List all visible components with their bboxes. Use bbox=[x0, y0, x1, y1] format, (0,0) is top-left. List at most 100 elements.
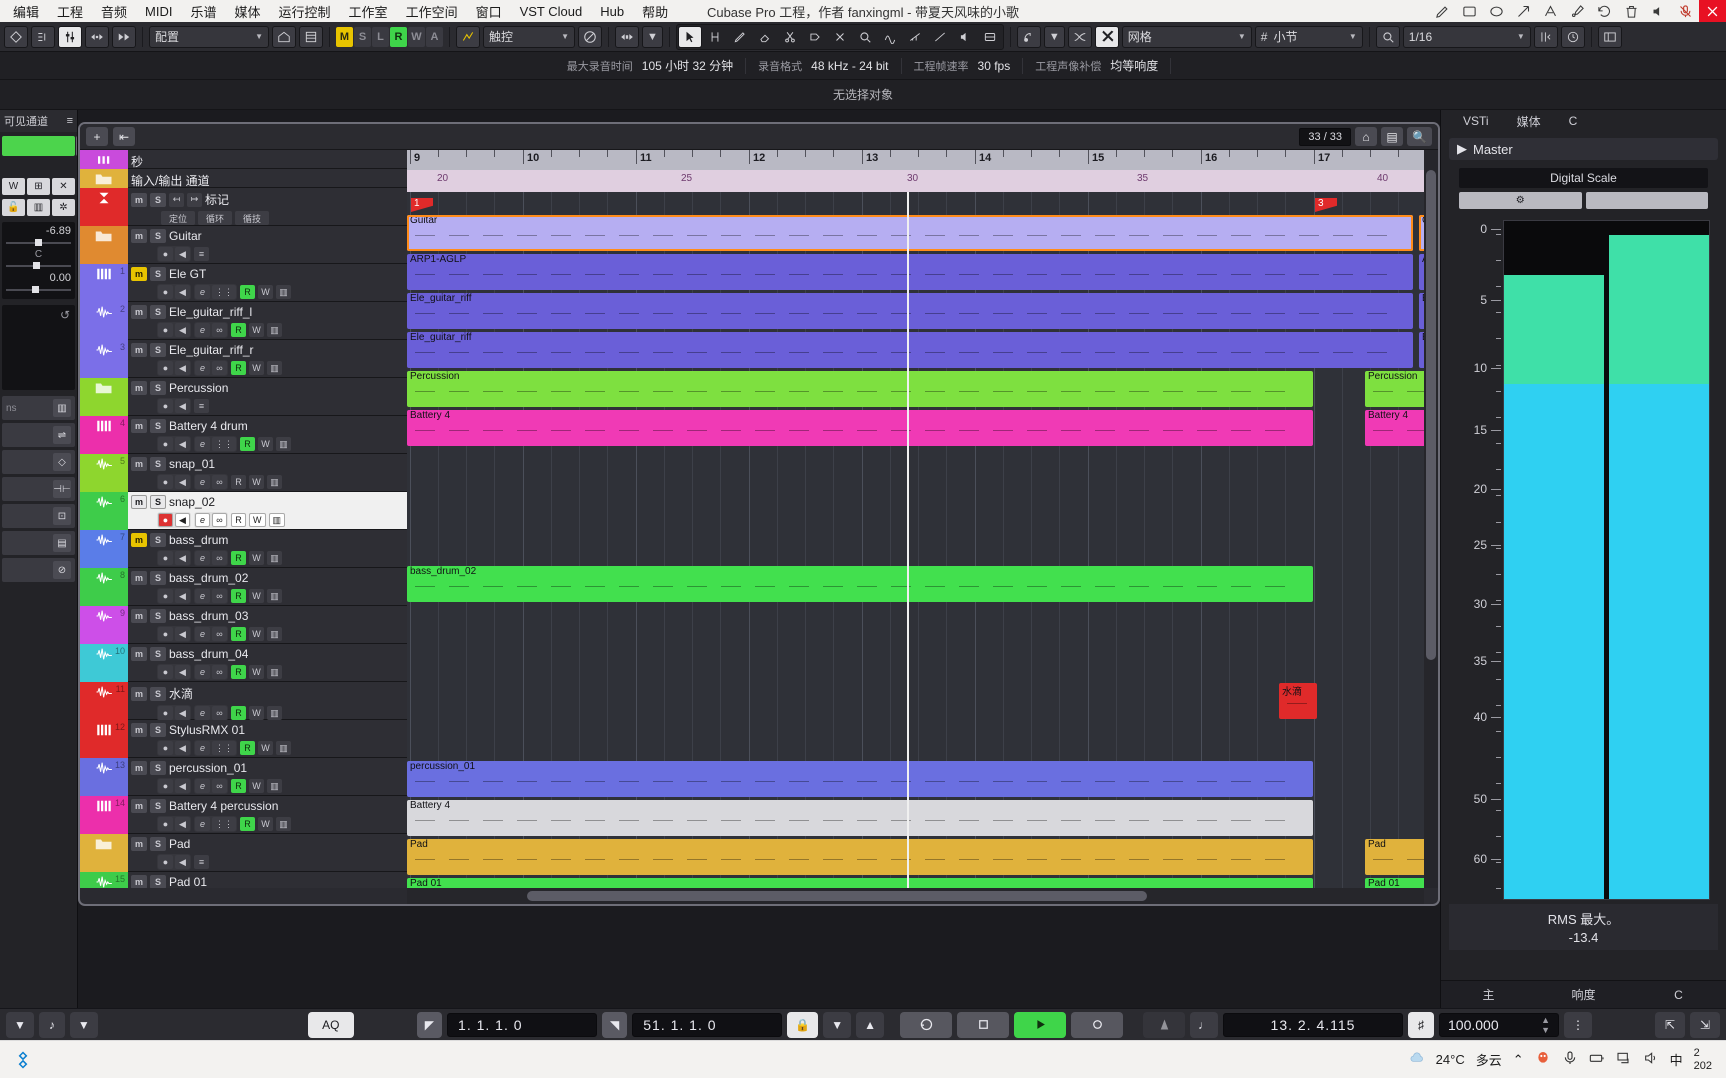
lock-button[interactable]: ∞ bbox=[212, 323, 227, 337]
window-layout-icon[interactable] bbox=[1597, 25, 1622, 48]
menu-item-0[interactable]: 编辑 bbox=[4, 0, 48, 23]
battery-icon[interactable] bbox=[1589, 1050, 1605, 1069]
lock-button[interactable]: ∞ bbox=[212, 589, 227, 603]
tempo-stepper-icon[interactable]: ▲ ▼ bbox=[1541, 1015, 1550, 1035]
line-tool[interactable] bbox=[928, 26, 952, 48]
ime-indicator[interactable]: 中 bbox=[1670, 1050, 1683, 1069]
write-automation-button[interactable]: W bbox=[258, 817, 273, 831]
punch-out-icon[interactable]: ▲ bbox=[856, 1011, 884, 1038]
clip-event-13[interactable]: 水滴 bbox=[1279, 683, 1317, 719]
instrument-button[interactable]: ⋮⋮ bbox=[212, 437, 236, 451]
marker-button-2[interactable]: 循技 bbox=[235, 211, 269, 225]
lock-button[interactable]: ∞ bbox=[212, 551, 227, 565]
menu-item-11[interactable]: Hub bbox=[591, 2, 633, 21]
edit-channel-button[interactable]: e bbox=[195, 323, 210, 337]
track-row-15[interactable]: 11 m S 水滴 ● ◀ e ∞ R W ▥ bbox=[80, 682, 407, 721]
comp-tool[interactable] bbox=[878, 26, 902, 48]
write-automation-button[interactable]: W bbox=[249, 513, 266, 527]
track-row-18[interactable]: 14 m S Battery 4 percussion ● ◀ e ⋮⋮ R W ▥ bbox=[80, 796, 407, 834]
lock-button[interactable]: ∞ bbox=[212, 706, 227, 720]
play-button[interactable] bbox=[1014, 1011, 1066, 1038]
insert-slot-5[interactable]: ⊡ bbox=[2, 504, 75, 528]
track-color-bar[interactable]: 7 bbox=[80, 530, 128, 568]
track-name[interactable]: bass_drum_02 bbox=[169, 571, 248, 585]
zoom-tool[interactable] bbox=[853, 26, 877, 48]
delete-icon[interactable] bbox=[1618, 0, 1645, 22]
clip-event-2[interactable]: ARP1-AGLP bbox=[407, 254, 1413, 290]
menu-icon[interactable]: ≡ bbox=[67, 115, 73, 127]
monitor-button[interactable]: ◀ bbox=[175, 247, 190, 261]
mute-button[interactable]: m bbox=[131, 686, 147, 701]
mute-button[interactable]: m bbox=[131, 267, 147, 281]
config-combo[interactable]: 配置 ▼ bbox=[149, 25, 269, 48]
quantize-combo[interactable]: 1/16 ▼ bbox=[1402, 25, 1531, 48]
color-tool[interactable] bbox=[978, 26, 1002, 48]
object-selection-tool[interactable] bbox=[677, 25, 702, 48]
mute-button[interactable]: m bbox=[131, 609, 147, 623]
solo-button[interactable]: S bbox=[150, 457, 166, 471]
edit-channel-button[interactable]: e bbox=[195, 285, 210, 299]
mute-button[interactable]: m bbox=[131, 419, 147, 433]
clip-event-12[interactable]: bass_drum_02 bbox=[407, 566, 1313, 602]
arrow-icon[interactable] bbox=[1510, 0, 1537, 22]
monitor-button[interactable]: ◀ bbox=[175, 323, 190, 337]
scroll-thumb[interactable] bbox=[1426, 170, 1436, 660]
windows-start-icon[interactable] bbox=[8, 1045, 38, 1075]
channel-view-button[interactable]: ⊞ bbox=[27, 178, 50, 195]
track-color-bar[interactable] bbox=[80, 150, 128, 169]
track-preset-button[interactable]: ⇤ bbox=[113, 127, 135, 146]
track-color-bar[interactable]: 1 bbox=[80, 264, 128, 302]
vertical-scrollbar[interactable] bbox=[1424, 150, 1438, 888]
toolbar-s-button[interactable]: S bbox=[354, 26, 371, 47]
monitor-button[interactable]: ◀ bbox=[175, 285, 190, 299]
clip-event-8[interactable]: Percussion bbox=[407, 371, 1313, 407]
right-locator-icon[interactable]: ◥ bbox=[602, 1011, 628, 1038]
marker-flag-3[interactable]: 3 bbox=[1315, 198, 1337, 212]
solo-button[interactable]: S bbox=[150, 533, 166, 547]
lanes-button[interactable]: ▥ bbox=[276, 741, 291, 755]
split-tool[interactable] bbox=[778, 26, 802, 48]
lanes-button[interactable]: ▥ bbox=[267, 665, 282, 679]
right-footer-0[interactable]: 主 bbox=[1441, 986, 1536, 1003]
aq-button[interactable]: AQ bbox=[307, 1011, 354, 1038]
lanes-button[interactable]: ▥ bbox=[267, 779, 282, 793]
clip-event-17[interactable]: Pad bbox=[1365, 839, 1424, 875]
mute-button[interactable]: m bbox=[131, 533, 147, 547]
track-row-20[interactable]: 15mSPad 01●◀e∞RW▥ bbox=[80, 872, 407, 888]
edit-channel-button[interactable]: e bbox=[195, 589, 210, 603]
track-list-icon[interactable]: ▤ bbox=[1381, 127, 1404, 146]
track-row-3[interactable]: m S Guitar ● ◀ ≡ bbox=[80, 226, 407, 264]
track-name[interactable]: 输入/输出 通道 bbox=[131, 172, 210, 189]
record-enable-button[interactable]: ● bbox=[158, 627, 173, 641]
record-enable-button[interactable]: ● bbox=[158, 399, 173, 413]
read-automation-button[interactable]: R bbox=[231, 361, 246, 375]
folder-expand-button[interactable]: ≡ bbox=[194, 399, 209, 413]
insert-slot-1[interactable]: ns ▥ bbox=[2, 396, 75, 420]
quantize-apply-icon[interactable] bbox=[1533, 25, 1558, 48]
clip-event-6[interactable]: Ele_guitar_riff bbox=[407, 332, 1413, 368]
monitor-button[interactable]: ◀ bbox=[175, 475, 190, 489]
write-automation-button[interactable]: W bbox=[249, 627, 264, 641]
read-automation-button[interactable]: R bbox=[240, 437, 255, 451]
menu-item-5[interactable]: 媒体 bbox=[226, 0, 270, 23]
microphone-mute-icon[interactable] bbox=[1672, 0, 1699, 22]
write-automation-button[interactable]: W bbox=[2, 178, 25, 195]
menu-item-4[interactable]: 乐谱 bbox=[182, 0, 226, 23]
marker-label-20[interactable]: 20 bbox=[437, 173, 448, 184]
draw-tool[interactable] bbox=[728, 26, 752, 48]
solo-button[interactable]: S bbox=[150, 761, 166, 775]
toolbar-w-button[interactable]: W bbox=[408, 26, 425, 47]
solo-button[interactable]: S bbox=[150, 192, 166, 207]
playhead-cursor[interactable] bbox=[907, 192, 909, 888]
weather-icon[interactable] bbox=[1409, 1050, 1425, 1069]
edit-channel-button[interactable]: e bbox=[195, 475, 210, 489]
track-color-bar[interactable] bbox=[80, 378, 128, 416]
write-automation-button[interactable]: W bbox=[249, 779, 264, 793]
event-canvas[interactable]: GuitarGuitarARP1-AGLPARP1-AGLPEle_guitar… bbox=[407, 192, 1424, 888]
track-name[interactable]: Pad 01 bbox=[169, 875, 207, 888]
track-color-bar[interactable]: 13 bbox=[80, 758, 128, 796]
track-row-19[interactable]: m S Pad ● ◀ ≡ bbox=[80, 834, 407, 872]
solo-button[interactable]: S bbox=[150, 571, 166, 585]
snap-options-icon[interactable]: ▼ bbox=[1043, 25, 1065, 48]
write-automation-button[interactable]: W bbox=[258, 437, 273, 451]
